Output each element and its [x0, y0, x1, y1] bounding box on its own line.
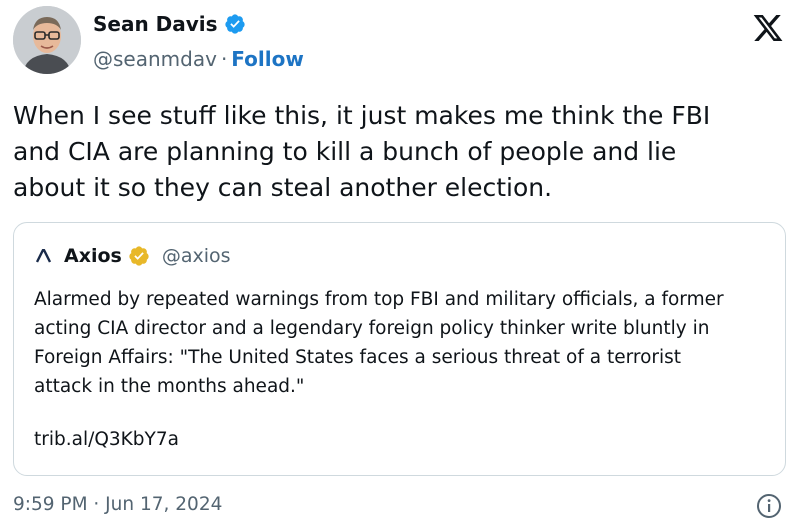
quoted-text: Alarmed by repeated warnings from top FB…	[34, 285, 774, 401]
quoted-line: Foreign Affairs: "The United States face…	[34, 347, 682, 368]
tweet-timestamp[interactable]: 9:59 PM · Jun 17, 2024	[13, 494, 222, 515]
verified-badge-icon	[224, 14, 245, 34]
quoted-author-handle[interactable]: @axios	[162, 245, 231, 267]
separator-dot: ·	[220, 47, 228, 71]
quoted-link[interactable]: trib.al/Q3KbY7a	[34, 429, 179, 450]
quoted-line: attack in the months ahead."	[34, 376, 305, 397]
author-name[interactable]: Sean Davis	[93, 12, 218, 36]
tweet-text: When I see stuff like this, it just make…	[13, 98, 788, 206]
follow-button[interactable]: Follow	[231, 47, 304, 71]
author-avatar[interactable]	[13, 6, 81, 74]
author-name-row[interactable]: Sean Davis	[93, 12, 246, 36]
gold-verified-badge-icon	[129, 246, 149, 266]
author-handle-row: @seanmdav · Follow	[93, 47, 304, 71]
quoted-line: Alarmed by repeated warnings from top FB…	[34, 289, 724, 310]
tweet-line: When I see stuff like this, it just make…	[13, 101, 711, 130]
x-logo-icon[interactable]	[751, 12, 785, 44]
tweet-line: about it so they can steal another elect…	[13, 173, 553, 202]
info-icon[interactable]	[756, 493, 782, 519]
tweet-line: and CIA are planning to kill a bunch of …	[13, 137, 677, 166]
avatar-photo	[13, 6, 81, 74]
quoted-author-name[interactable]: Axios	[64, 245, 122, 267]
quoted-header: Axios @axios	[36, 245, 231, 267]
axios-logo-icon	[36, 249, 52, 263]
author-handle[interactable]: @seanmdav	[93, 47, 217, 71]
quoted-line: acting CIA director and a legendary fore…	[34, 318, 710, 339]
quoted-tweet-card[interactable]: Axios @axios Alarmed by repeated warning…	[13, 222, 786, 476]
